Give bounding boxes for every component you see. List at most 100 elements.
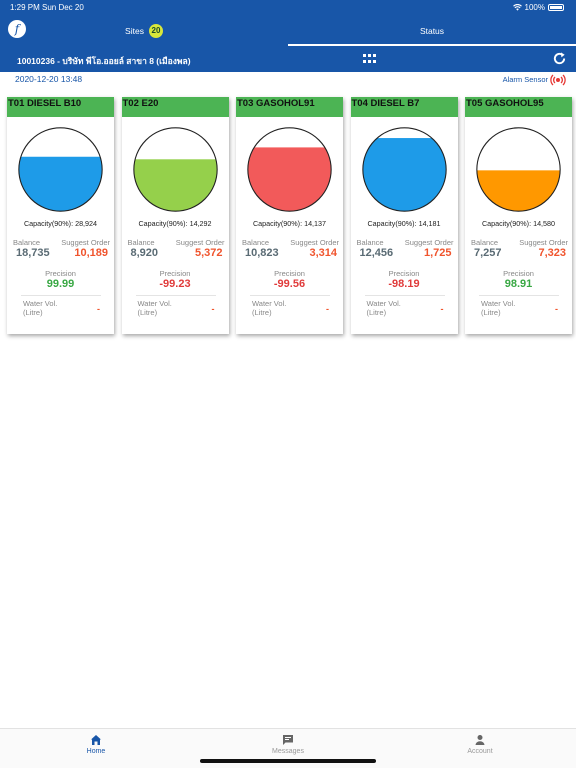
suggest-order-label: Suggest Order [404, 238, 454, 247]
message-icon [283, 735, 293, 745]
tank-card[interactable]: T01 DIESEL B10 Capacity(90%): 28,924 Balan… [7, 97, 114, 334]
tank-capacity: Capacity(90%): 28,924 [23, 219, 98, 228]
water-vol-unit: (Litre) [252, 308, 272, 317]
card-divider [135, 295, 216, 296]
tank-fill [18, 156, 103, 212]
water-volume-value: - [555, 304, 558, 314]
card-divider [479, 295, 559, 296]
water-volume-value: - [211, 304, 215, 314]
water-volume-label: Water Vol. (Litre) [367, 299, 401, 317]
tank-card[interactable]: T02 E20 Capacity(90%): 14,292 Balance Sugge… [121, 97, 229, 334]
site-bar: 10010236 - บริษัท พีโอ.ออยล์ สาขา 8 (เมื… [0, 47, 576, 72]
tank-capacity: Capacity(90%): 14,292 [138, 219, 212, 228]
precision-label: Precision [388, 269, 420, 278]
balance-value: 12,456 [359, 247, 394, 259]
balance-value: 8,920 [130, 247, 159, 259]
site-name[interactable]: 10010236 - บริษัท พีโอ.ออยล์ สาขา 8 (เมื… [17, 54, 191, 68]
balance-value: 10,823 [245, 247, 279, 259]
status-time: 1:29 PM [10, 3, 40, 12]
card-divider [364, 295, 445, 296]
water-vol-unit: (Litre) [23, 308, 43, 317]
tank-card[interactable]: T04 DIESEL B7 Capacity(90%): 14,181 Balanc… [350, 97, 458, 334]
water-volume-value: - [97, 304, 100, 314]
tank-cards: T01 DIESEL B10 Capacity(90%): 28,924 Balan… [7, 97, 572, 337]
water-vol-unit: (Litre) [366, 308, 387, 317]
tank-card[interactable]: T03 GASOHOL91 Capacity(90%): 14,137 Balanc… [236, 97, 343, 334]
water-volume-label: Water Vol. (Litre) [23, 299, 57, 317]
home-indicator [200, 759, 376, 763]
tab-sites-label: Sites [125, 26, 144, 36]
precision-value: -99.56 [273, 278, 306, 290]
tank-name: T04 DIESEL B7 [350, 97, 458, 117]
water-vol-text: Water Vol. [252, 299, 287, 308]
tank-capacity: Capacity(90%): 14,580 [481, 219, 556, 228]
tank-level-gauge [247, 127, 332, 212]
balance-value: 18,735 [16, 247, 50, 259]
tank-fill [362, 138, 446, 212]
sites-count-badge: 20 [148, 24, 163, 38]
precision-label: Precision [159, 269, 191, 278]
tab-account-label: Account [467, 748, 493, 755]
water-volume-value: - [440, 304, 444, 314]
tank-level-gauge [18, 127, 103, 212]
tank-name: T03 GASOHOL91 [236, 97, 343, 117]
home-icon [91, 735, 101, 745]
water-volume-label: Water Vol. (Litre) [481, 299, 515, 317]
suggest-order-value: 1,725 [423, 247, 452, 259]
precision-value: 99.99 [46, 278, 75, 290]
tank-level-gauge [361, 127, 447, 212]
system-status-bar: 1:29 PM Sun Dec 20 100% [0, 0, 576, 14]
battery-percent: 100% [524, 3, 545, 12]
water-vol-text: Water Vol. [481, 299, 516, 308]
precision-label: Precision [503, 269, 534, 278]
person-icon [475, 735, 485, 745]
precision-label: Precision [45, 269, 76, 278]
tank-fill [247, 147, 332, 212]
tank-level-gauge [132, 127, 218, 212]
precision-label: Precision [274, 269, 305, 278]
info-bar: 2020-12-20 13:48 Alarm Sensor [0, 74, 576, 88]
status-date: Sun Dec 20 [42, 3, 84, 12]
tank-name: T02 E20 [121, 97, 229, 117]
card-divider [250, 295, 330, 296]
water-vol-text: Water Vol. [23, 299, 58, 308]
grid-view-icon[interactable] [363, 54, 376, 65]
tab-status[interactable]: Status [288, 16, 576, 46]
tank-fill [133, 159, 217, 212]
refresh-icon[interactable] [552, 51, 567, 66]
balance-label: Balance [356, 238, 384, 247]
balance-value: 7,257 [474, 247, 502, 259]
suggest-order-value: 10,189 [74, 247, 108, 259]
tab-account[interactable]: Account [440, 734, 520, 755]
alarm-sensor-icon[interactable] [550, 72, 566, 88]
tank-fill [476, 170, 561, 212]
balance-label: Balance [471, 238, 499, 247]
status-right: 100% [512, 3, 564, 12]
suggest-order-value: 5,372 [194, 247, 223, 259]
suggest-order-label: Suggest Order [290, 238, 339, 247]
balance-label: Balance [242, 238, 270, 247]
update-timestamp: 2020-12-20 13:48 [15, 74, 83, 84]
balance-label: Balance [127, 238, 155, 247]
precision-value: -98.19 [388, 278, 420, 290]
water-vol-text: Water Vol. [366, 299, 401, 308]
app-header: 1:29 PM Sun Dec 20 100% f Sites 20 Statu… [0, 0, 576, 72]
alarm-sensor-link[interactable]: Alarm Sensor [503, 75, 548, 84]
precision-value: 98.91 [504, 278, 533, 290]
water-vol-unit: (Litre) [137, 308, 158, 317]
tank-capacity: Capacity(90%): 14,137 [252, 219, 327, 228]
precision-value: -99.23 [159, 278, 191, 290]
tab-sites[interactable]: Sites 20 [0, 16, 288, 46]
tab-messages[interactable]: Messages [248, 734, 328, 755]
tank-card[interactable]: T05 GASOHOL95 Capacity(90%): 14,580 Balanc… [465, 97, 572, 334]
water-volume-label: Water Vol. (Litre) [138, 299, 172, 317]
water-volume-label: Water Vol. (Litre) [252, 299, 286, 317]
card-divider [21, 295, 101, 296]
wifi-icon [512, 4, 522, 11]
suggest-order-label: Suggest Order [61, 238, 110, 247]
tab-status-label: Status [419, 26, 445, 36]
tab-home[interactable]: Home [56, 734, 136, 755]
tab-messages-label: Messages [272, 748, 304, 755]
water-vol-unit: (Litre) [481, 308, 501, 317]
tank-level-gauge [476, 127, 561, 212]
